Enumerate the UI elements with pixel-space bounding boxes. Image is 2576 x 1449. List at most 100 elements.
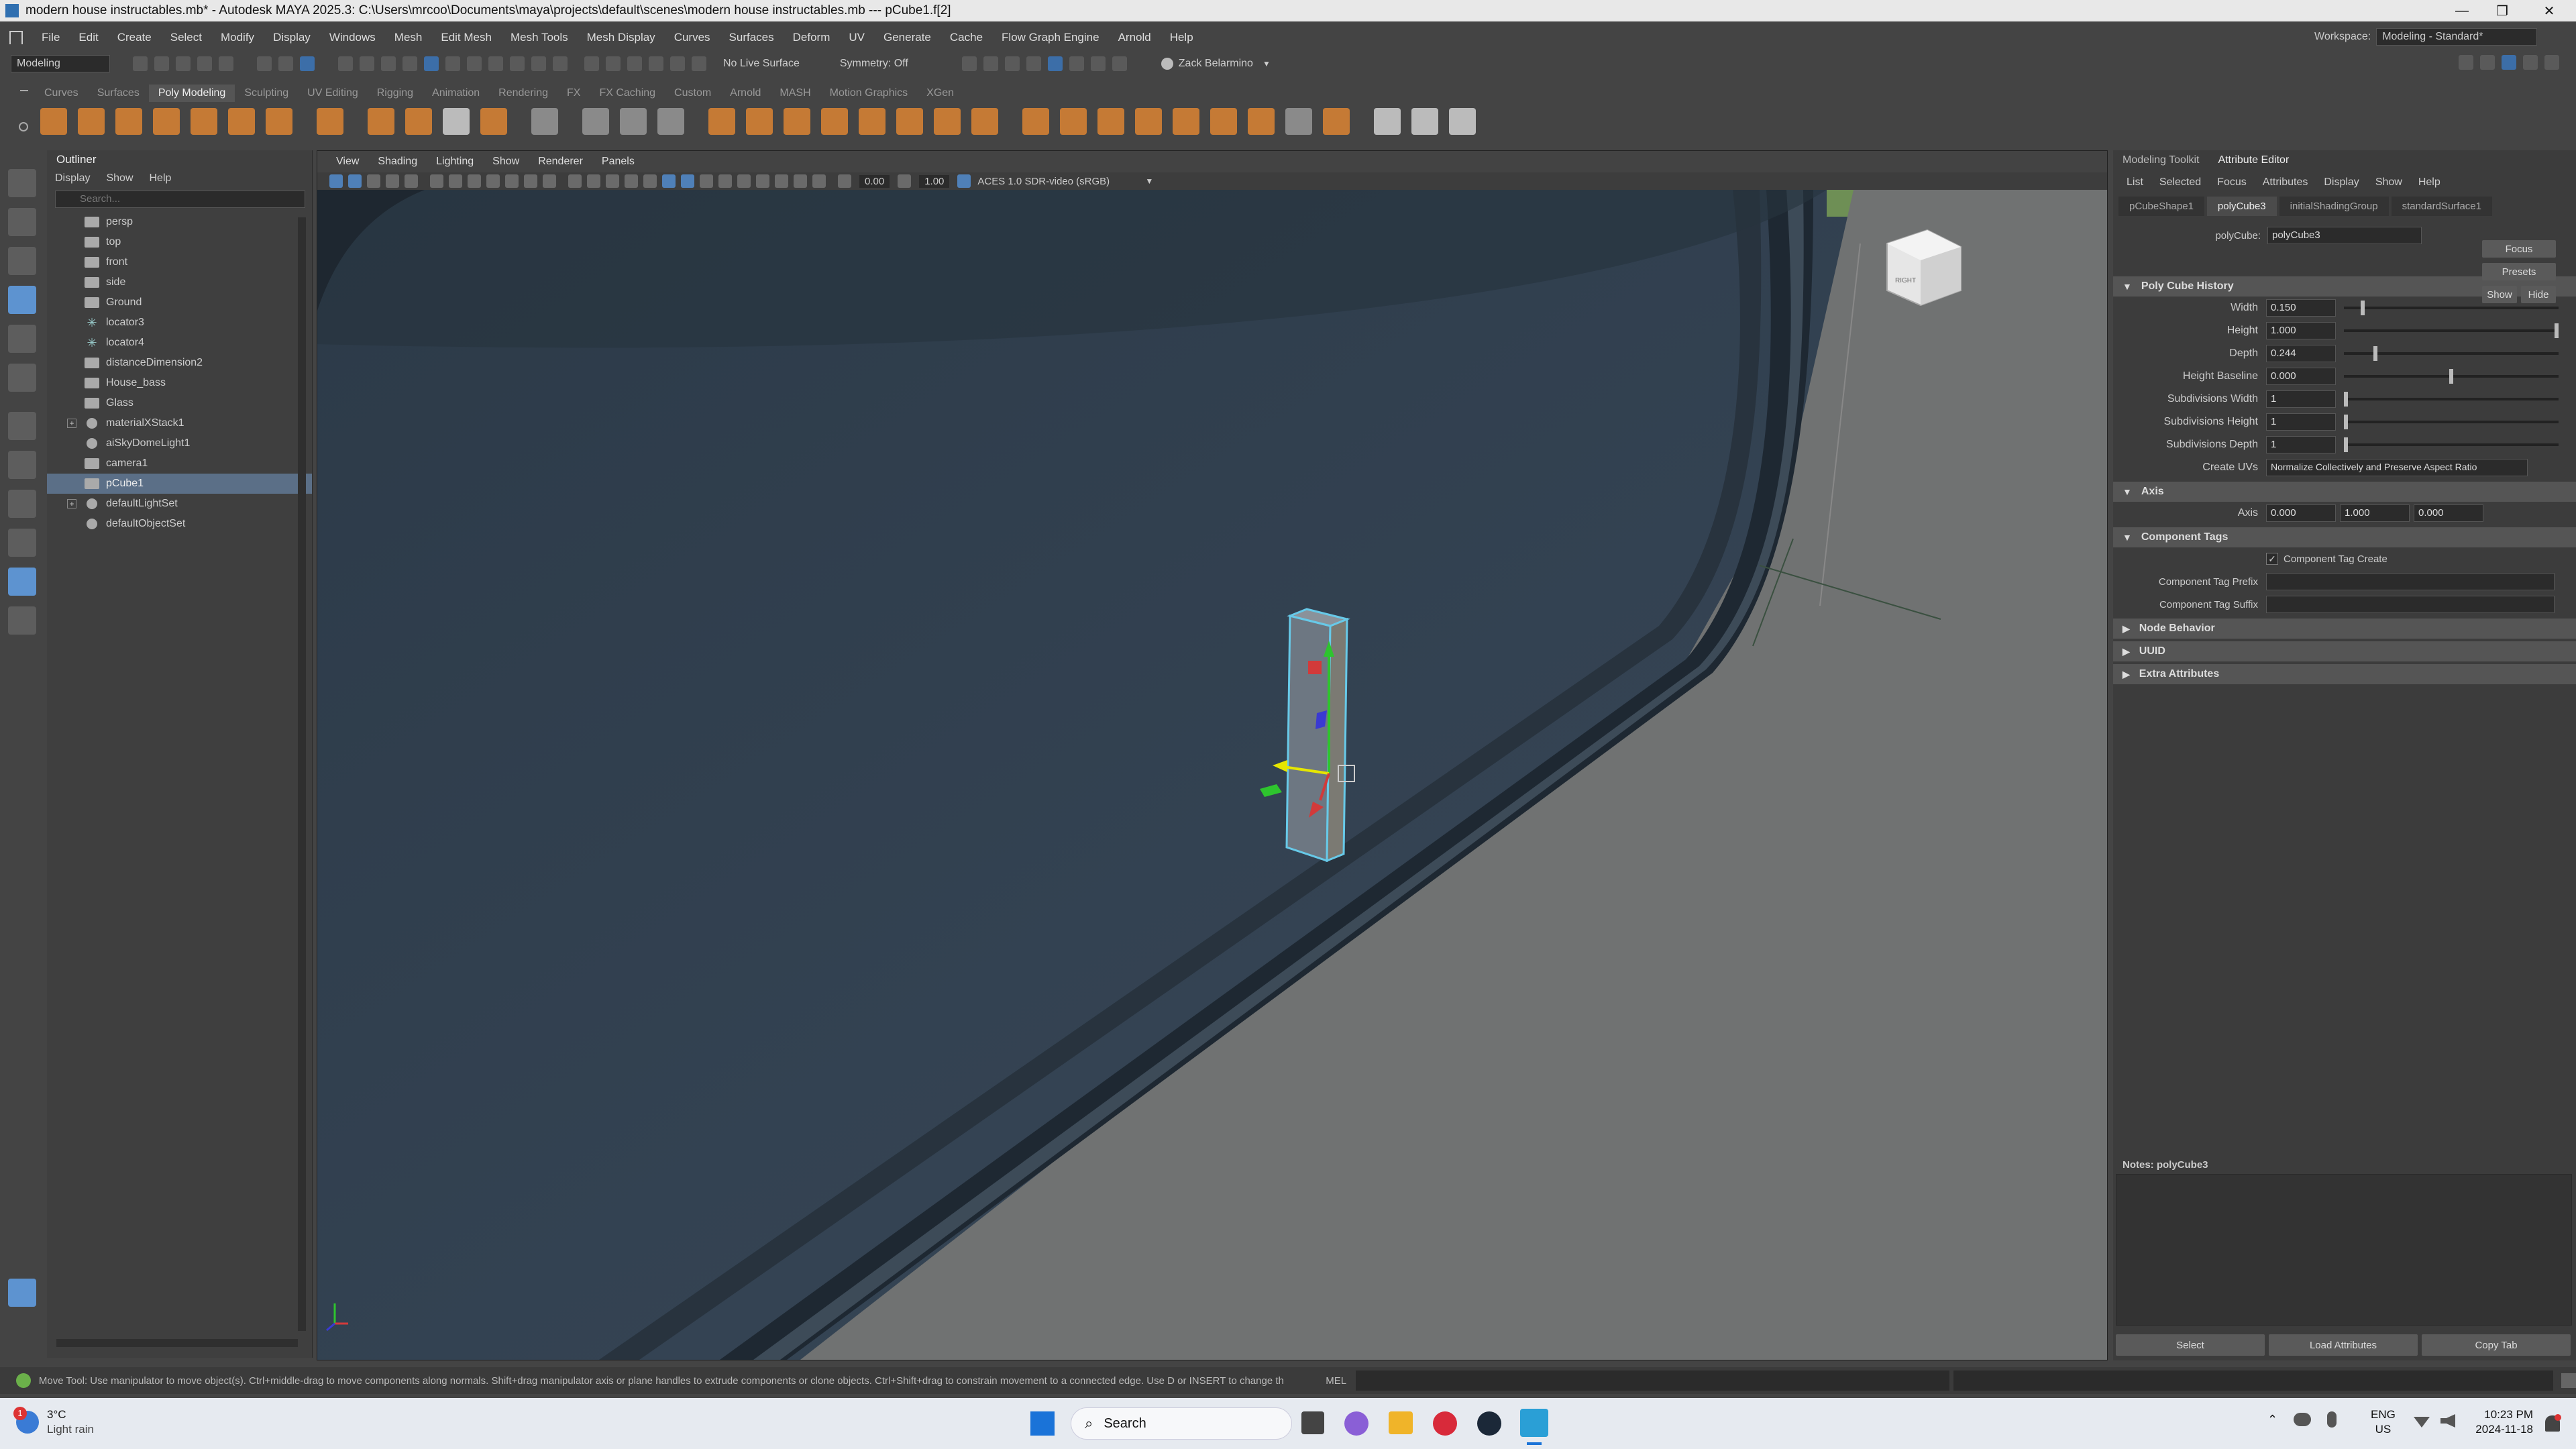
lasso-tool-icon[interactable] — [8, 208, 36, 236]
menu-windows[interactable]: Windows — [320, 31, 385, 44]
snap-surface-icon[interactable] — [510, 56, 525, 71]
outliner-item-defaultlightset[interactable]: + defaultLightSet — [47, 494, 312, 514]
slider-handle[interactable] — [2344, 415, 2348, 429]
shelf-tab-uv-editing[interactable]: UV Editing — [298, 87, 368, 99]
snap-point-icon[interactable] — [467, 56, 482, 71]
workspace-dropdown[interactable]: Modeling - Standard* — [2376, 28, 2538, 46]
shadows-icon[interactable] — [662, 174, 676, 188]
magnet-icon[interactable] — [649, 56, 663, 71]
redo-icon[interactable] — [219, 56, 233, 71]
append-icon[interactable] — [1097, 108, 1124, 135]
search-icon[interactable] — [8, 606, 36, 635]
menu-arnold[interactable]: Arnold — [1109, 31, 1161, 44]
shelf-tab-fx-caching[interactable]: FX Caching — [590, 87, 665, 99]
select-camera-icon[interactable] — [329, 174, 343, 188]
snap-plane-icon[interactable] — [488, 56, 503, 71]
bevel-icon[interactable] — [582, 108, 609, 135]
ambient-occlusion-icon[interactable] — [681, 174, 694, 188]
shelf-tab-sculpting[interactable]: Sculpting — [235, 87, 298, 99]
attr-field-height-baseline[interactable]: 0.000 — [2266, 368, 2336, 385]
language-indicator[interactable]: ENG US — [2371, 1407, 2396, 1437]
shelf-tab-poly-modeling[interactable]: Poly Modeling — [148, 85, 235, 102]
boolean-icon[interactable] — [784, 108, 810, 135]
construction-history-icon[interactable] — [627, 56, 642, 71]
snap-grid-icon[interactable] — [424, 56, 439, 71]
outliner-item-house-bass[interactable]: House_bass — [47, 373, 312, 393]
menu-set-dropdown[interactable]: Modeling — [11, 55, 110, 72]
wedge-icon[interactable] — [1285, 108, 1312, 135]
maya-taskbar-icon[interactable] — [1520, 1409, 1548, 1437]
outliner-scrollbar[interactable] — [298, 217, 306, 1331]
tab-attribute-editor[interactable]: Attribute Editor — [2208, 154, 2298, 166]
outliner-item-camera1[interactable]: camera1 — [47, 453, 312, 474]
ae-menu-show[interactable]: Show — [2367, 176, 2410, 189]
outliner-item-defaultobjectset[interactable]: defaultObjectSet — [47, 514, 312, 534]
render-view-icon[interactable] — [961, 56, 977, 71]
arnold-render-icon[interactable] — [1069, 56, 1084, 71]
menu-edit-mesh[interactable]: Edit Mesh — [431, 31, 501, 44]
attr-field-width[interactable]: 0.150 — [2266, 299, 2336, 317]
channel-box-icon[interactable] — [2544, 55, 2559, 70]
node-behavior-section[interactable]: ▶ Node Behavior — [2113, 619, 2576, 639]
isolate-select-icon[interactable] — [756, 174, 769, 188]
tool-settings-icon[interactable] — [2523, 55, 2538, 70]
minimize-button[interactable]: — — [2442, 0, 2482, 21]
microphone-icon[interactable] — [2327, 1411, 2337, 1428]
wireframe-on-shaded-icon[interactable] — [606, 174, 619, 188]
show-button[interactable]: Show — [2482, 286, 2517, 303]
select-hierarchy-icon[interactable] — [257, 56, 272, 71]
component-tag-create-checkbox[interactable]: ✓ — [2266, 553, 2278, 565]
input-ops-icon[interactable] — [584, 56, 599, 71]
select-component-icon[interactable] — [300, 56, 315, 71]
select-object-icon[interactable] — [278, 56, 293, 71]
super-shape-icon[interactable] — [368, 108, 394, 135]
last-tool-icon[interactable] — [8, 412, 36, 440]
shelf-tab-mash[interactable]: MASH — [770, 87, 820, 99]
shelf-tab-surfaces[interactable]: Surfaces — [88, 87, 149, 99]
output-ops-icon[interactable] — [606, 56, 621, 71]
windows-start-icon[interactable] — [1030, 1411, 1055, 1436]
viewport-menu-shading[interactable]: Shading — [368, 156, 427, 168]
merge-icon[interactable] — [1173, 108, 1199, 135]
expand-icon[interactable]: + — [67, 419, 76, 428]
live-surface-label[interactable]: No Live Surface — [723, 58, 800, 70]
bridge-icon[interactable] — [1060, 108, 1087, 135]
view-transform-label[interactable]: ACES 1.0 SDR-video (sRGB) — [977, 176, 1145, 187]
select-button[interactable]: Select — [2116, 1334, 2265, 1356]
render-sequence-icon[interactable] — [1090, 56, 1106, 71]
single-perspective-icon[interactable] — [8, 451, 36, 479]
new-scene-icon[interactable] — [133, 56, 148, 71]
ae-menu-selected[interactable]: Selected — [2151, 176, 2209, 189]
open-scene-icon[interactable] — [154, 56, 169, 71]
shelf-tab-motion-graphics[interactable]: Motion Graphics — [820, 87, 918, 99]
node-tab-pcubeshape1[interactable]: pCubeShape1 — [2118, 196, 2204, 216]
save-scene-icon[interactable] — [176, 56, 191, 71]
move-tool-icon[interactable] — [8, 286, 36, 314]
menu-create[interactable]: Create — [108, 31, 161, 44]
attr-slider-subdivisions-depth[interactable] — [2344, 437, 2559, 452]
svg-icon[interactable] — [480, 108, 507, 135]
viewport-menu-panels[interactable]: Panels — [592, 156, 644, 168]
mirror-icon[interactable] — [821, 108, 848, 135]
outliner-item-side[interactable]: side — [47, 272, 312, 292]
user-account[interactable]: Zack Belarmino ▼ — [1161, 58, 1271, 70]
resolution-gate-icon[interactable] — [486, 174, 500, 188]
scale-tool-icon[interactable] — [8, 364, 36, 392]
outliner-menu-help[interactable]: Help — [142, 172, 180, 184]
collapse-icon[interactable] — [1323, 108, 1350, 135]
outliner-item-top[interactable]: top — [47, 232, 312, 252]
gamma-field[interactable]: 1.00 — [919, 174, 950, 188]
sweep-mesh-icon[interactable] — [405, 108, 432, 135]
render-settings-icon[interactable] — [1026, 56, 1041, 71]
modeling-toolkit-toggle-icon[interactable] — [2459, 55, 2473, 70]
shelf-tab-xgen[interactable]: XGen — [917, 87, 963, 99]
menu-edit[interactable]: Edit — [69, 31, 107, 44]
outliner-item-front[interactable]: front — [47, 252, 312, 272]
outliner-item-glass[interactable]: Glass — [47, 393, 312, 413]
viewport-menu-renderer[interactable]: Renderer — [529, 156, 592, 168]
poly-cube-icon[interactable] — [78, 108, 105, 135]
poly-cone-icon[interactable] — [153, 108, 180, 135]
safe-action-icon[interactable] — [543, 174, 556, 188]
grid-toggle-icon[interactable] — [449, 174, 462, 188]
node-name-field[interactable]: polyCube3 — [2267, 227, 2422, 244]
